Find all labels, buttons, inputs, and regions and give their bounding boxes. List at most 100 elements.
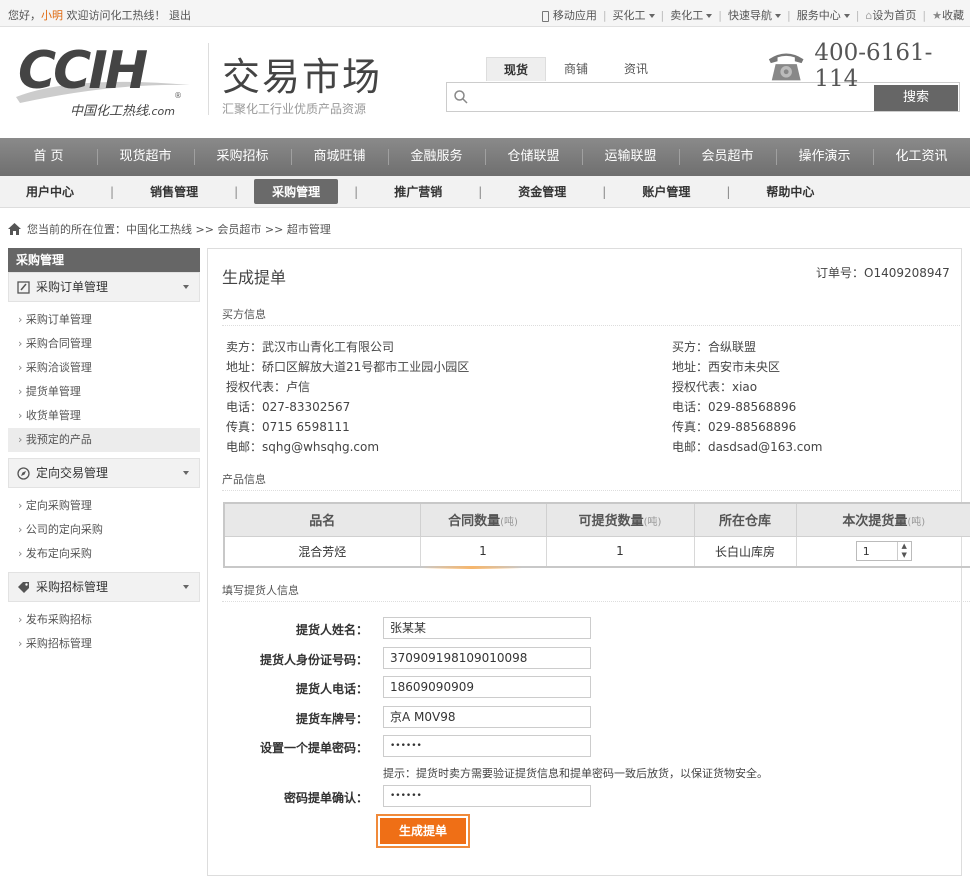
logout-link[interactable]: 退出 xyxy=(169,9,191,22)
subnav-promotion[interactable]: 推广营销 xyxy=(394,183,442,200)
buyer-phone: 电话：029-88568896 xyxy=(672,400,797,414)
col-warehouse: 所在仓库 xyxy=(693,502,797,537)
order-number-label: 订单号： xyxy=(816,266,865,280)
logo-registered: ® xyxy=(174,91,182,100)
pickup-phone-label: 提货人电话： xyxy=(295,682,368,696)
market-title: 交易市场 xyxy=(222,55,383,99)
subnav-account[interactable]: 账户管理 xyxy=(642,183,690,200)
sidebar-item-directed-procurement[interactable]: 定向采购管理 xyxy=(8,494,200,518)
table-underline xyxy=(422,566,522,569)
nav-transport-alliance[interactable]: 运输联盟 xyxy=(582,138,679,176)
chevron-down-icon xyxy=(648,14,655,18)
sell-chem-menu[interactable]: 卖化工 xyxy=(664,7,718,23)
table-header-row: 品名 合同数量(吨) 可提货数量(吨) 所在仓库 本次提货量(吨) xyxy=(223,502,970,537)
pickup-phone-input[interactable]: 18609090909 xyxy=(383,676,591,698)
seller-address: 地址：硚口区解放大道21号都市工业园小园区 xyxy=(226,360,470,374)
nav-finance[interactable]: 金融服务 xyxy=(388,138,485,176)
subnav-sales[interactable]: 销售管理 xyxy=(150,183,198,200)
pickup-id-label: 提货人身份证号码： xyxy=(259,653,368,667)
tab-spot[interactable]: 现货 xyxy=(486,57,546,81)
username-link[interactable]: 小明 xyxy=(41,9,63,22)
nav-member-market[interactable]: 会员超市 xyxy=(679,138,776,176)
generate-bill-label: 生成提单 xyxy=(380,818,466,844)
home-icon xyxy=(8,223,21,235)
breadcrumb: 您当前的所在位置： 中国化工热线 >> 会员超市 >> 超市管理 xyxy=(8,221,331,237)
buy-chem-menu[interactable]: 买化工 xyxy=(607,7,661,23)
stepper-arrows-icon[interactable]: ▲ ▼ xyxy=(896,542,911,561)
chevron-down-icon xyxy=(774,14,781,18)
pickup-name-input[interactable]: 张某某 xyxy=(383,617,591,639)
nav-chem-news[interactable]: 化工资讯 xyxy=(873,138,970,176)
buyer-info: 买方：合纵联盟 地址：西安市未央区 授权代表：xiao 电话：029-88568… xyxy=(672,337,822,457)
mobile-app-label: 移动应用 xyxy=(552,9,597,22)
quick-nav-menu[interactable]: 快速导航 xyxy=(722,7,787,23)
nav-spot-market[interactable]: 现货超市 xyxy=(97,138,194,176)
nav-procurement-bidding[interactable]: 采购招标 xyxy=(194,138,291,176)
star-icon: ★ xyxy=(932,9,942,22)
col-product-name: 品名 xyxy=(223,502,421,537)
pickup-qty-stepper[interactable]: 1 ▲ ▼ xyxy=(855,541,912,562)
sidebar-item-reserved-products[interactable]: 我预定的产品 xyxy=(8,428,200,452)
col-contract-qty-label: 合同数量 xyxy=(448,514,501,530)
seller-email: 电邮：sqhg@whsqhg.com xyxy=(226,440,380,454)
sidebar-group-bidding[interactable]: 采购招标管理 xyxy=(8,572,200,602)
pickup-plate-label: 提货车牌号： xyxy=(295,712,368,726)
search-tabs: 现货 商铺 资讯 xyxy=(486,57,666,81)
buyer-name: 买方：合纵联盟 xyxy=(672,340,757,354)
subnav-procurement[interactable]: 采购管理 xyxy=(254,179,339,204)
nav-demo[interactable]: 操作演示 xyxy=(776,138,873,176)
nav-warehouse-alliance[interactable]: 仓储联盟 xyxy=(485,138,582,176)
set-homepage-link[interactable]: ⌂设为首页 xyxy=(859,7,922,23)
section-buyer-info: 买方信息 xyxy=(222,306,962,326)
buy-chem-label: 买化工 xyxy=(612,9,646,22)
sidebar-item-negotiations[interactable]: 采购洽谈管理 xyxy=(8,356,200,380)
sidebar-item-bidding-management[interactable]: 采购招标管理 xyxy=(8,632,200,656)
tab-shops[interactable]: 商铺 xyxy=(546,57,606,81)
section-pickup-info: 填写提货人信息 xyxy=(222,582,970,602)
quick-nav-label: 快速导航 xyxy=(727,9,772,22)
buyer-address: 地址：西安市未央区 xyxy=(672,360,781,374)
logo-subtitle-text: 中国化工热线 xyxy=(70,104,149,119)
mobile-app-link[interactable]: 移动应用 xyxy=(536,7,603,23)
sidebar-item-contracts[interactable]: 采购合同管理 xyxy=(8,332,200,356)
sidebar-list-bidding: 发布采购招标 采购招标管理 xyxy=(8,602,200,662)
seller-fax: 传真：0715 6598111 xyxy=(226,420,350,434)
password-confirm-label: 密码提单确认： xyxy=(283,791,368,805)
subnav-user-center[interactable]: 用户中心 xyxy=(26,183,74,200)
breadcrumb-path[interactable]: 中国化工热线 >> 会员超市 >> 超市管理 xyxy=(126,221,331,237)
sidebar-item-company-directed[interactable]: 公司的定向采购 xyxy=(8,518,200,542)
favorite-link[interactable]: ★收藏 xyxy=(926,7,964,23)
col-available-qty: 可提货数量(吨) xyxy=(545,502,695,537)
sidebar-group-directed[interactable]: 定向交易管理 xyxy=(8,458,200,488)
pickup-id-input[interactable]: 370909198109010098 xyxy=(383,647,591,669)
nav-mall-shops[interactable]: 商城旺铺 xyxy=(291,138,388,176)
sidebar-item-bill-of-lading[interactable]: 提货单管理 xyxy=(8,380,200,404)
site-logo[interactable]: CCIH ® 中国化工热线.com xyxy=(12,45,197,120)
password-confirm-input[interactable]: •••••• xyxy=(383,785,591,807)
sidebar-item-purchase-orders[interactable]: 采购订单管理 xyxy=(8,308,200,332)
sidebar-item-publish-bidding[interactable]: 发布采购招标 xyxy=(8,608,200,632)
subnav-help[interactable]: 帮助中心 xyxy=(766,183,814,200)
hotline: 400-6161-114 xyxy=(766,40,970,92)
pickup-name-label: 提货人姓名： xyxy=(295,623,368,637)
col-pickup-qty-label: 本次提货量 xyxy=(842,514,908,530)
tag-icon xyxy=(18,581,29,593)
password-label: 设置一个提单密码： xyxy=(259,741,368,755)
table-row: 混合芳烃 1 1 长白山库房 1 ▲ ▼ xyxy=(223,535,970,568)
tab-news[interactable]: 资讯 xyxy=(606,57,666,81)
col-pickup-qty: 本次提货量(吨) xyxy=(795,502,970,537)
generate-bill-button[interactable]: 生成提单 xyxy=(376,814,470,848)
service-center-label: 服务中心 xyxy=(796,9,841,22)
sidebar-group-label: 采购招标管理 xyxy=(36,580,109,594)
pickup-plate-input[interactable]: 京A M0V98 xyxy=(383,706,591,728)
service-center-menu[interactable]: 服务中心 xyxy=(791,7,856,23)
sidebar-item-publish-directed[interactable]: 发布定向采购 xyxy=(8,542,200,566)
sidebar-item-receipts[interactable]: 收货单管理 xyxy=(8,404,200,428)
nav-home[interactable]: 首 页 xyxy=(0,138,97,176)
sub-nav: 用户中心 | 销售管理 | 采购管理 | 推广营销 | 资金管理 | 账户管理 | 帮助中心 xyxy=(0,176,970,208)
sidebar-group-orders[interactable]: 采购订单管理 xyxy=(8,272,200,302)
subnav-funds[interactable]: 资金管理 xyxy=(518,183,566,200)
seller-info: 卖方：武汉市山青化工有限公司 地址：硚口区解放大道21号都市工业园小园区 授权代… xyxy=(226,337,469,457)
sidebar-list-orders: 采购订单管理 采购合同管理 采购洽谈管理 提货单管理 收货单管理 我预定的产品 xyxy=(8,302,200,458)
password-input[interactable]: •••••• xyxy=(383,735,591,757)
